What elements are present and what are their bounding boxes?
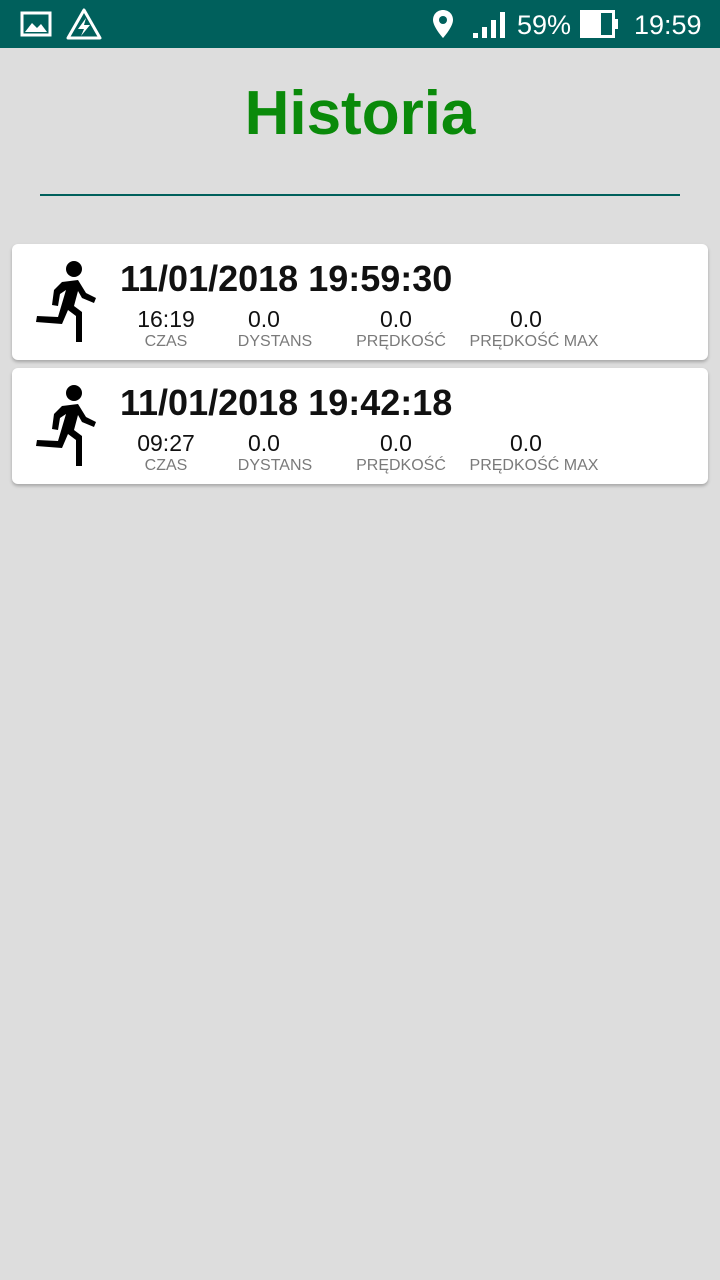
run-icon — [36, 261, 96, 342]
stat-max-speed: 0.0 PRĘDKOŚĆ MAX — [468, 430, 600, 476]
stat-label: PRĘDKOŚĆ MAX — [469, 457, 599, 474]
stat-label: CZAS — [144, 457, 188, 474]
stat-value: 0.0 — [248, 430, 280, 456]
location-icon — [432, 0, 454, 48]
gallery-icon — [20, 0, 52, 48]
flash-icon — [66, 0, 102, 48]
battery-percentage: 59% — [517, 10, 572, 40]
battery-icon — [580, 0, 620, 48]
stat-label: DYSTANS — [237, 333, 313, 350]
stat-value: 0.0 — [510, 306, 542, 332]
stat-label: PRĘDKOŚĆ MAX — [469, 333, 599, 350]
stat-value: 09:27 — [137, 430, 195, 456]
stat-value: 0.0 — [380, 430, 412, 456]
stat-time: 09:27 CZAS — [116, 430, 216, 476]
history-item[interactable]: 11/01/2018 19:42:18 09:27 CZAS 0.0 DYSTA… — [12, 368, 708, 484]
stat-value: 0.0 — [248, 306, 280, 332]
stat-distance: 0.0 DYSTANS — [220, 430, 330, 476]
history-datetime: 11/01/2018 19:42:18 — [120, 382, 453, 423]
history-item[interactable]: 11/01/2018 19:59:30 16:19 CZAS 0.0 DYSTA… — [12, 244, 708, 360]
stat-value: 16:19 — [137, 306, 195, 332]
stat-speed: 0.0 PRĘDKOŚĆ — [346, 430, 456, 476]
status-bar: 59% 19:59 — [0, 0, 720, 48]
history-list: 11/01/2018 19:59:30 16:19 CZAS 0.0 DYSTA… — [12, 244, 708, 492]
stat-time: 16:19 CZAS — [116, 306, 216, 352]
signal-icon — [472, 0, 508, 48]
stat-label: PRĘDKOŚĆ — [356, 457, 446, 474]
stat-speed: 0.0 PRĘDKOŚĆ — [346, 306, 456, 352]
page-title: Historia — [244, 79, 476, 148]
stat-max-speed: 0.0 PRĘDKOŚĆ MAX — [468, 306, 600, 352]
stat-label: PRĘDKOŚĆ — [356, 333, 446, 350]
clock: 19:59 — [634, 10, 702, 40]
run-icon — [36, 385, 96, 466]
stat-value: 0.0 — [380, 306, 412, 332]
title-divider — [40, 194, 680, 196]
stat-distance: 0.0 DYSTANS — [220, 306, 330, 352]
stat-value: 0.0 — [510, 430, 542, 456]
stat-label: CZAS — [144, 333, 188, 350]
stat-label: DYSTANS — [237, 457, 313, 474]
history-datetime: 11/01/2018 19:59:30 — [120, 258, 453, 299]
